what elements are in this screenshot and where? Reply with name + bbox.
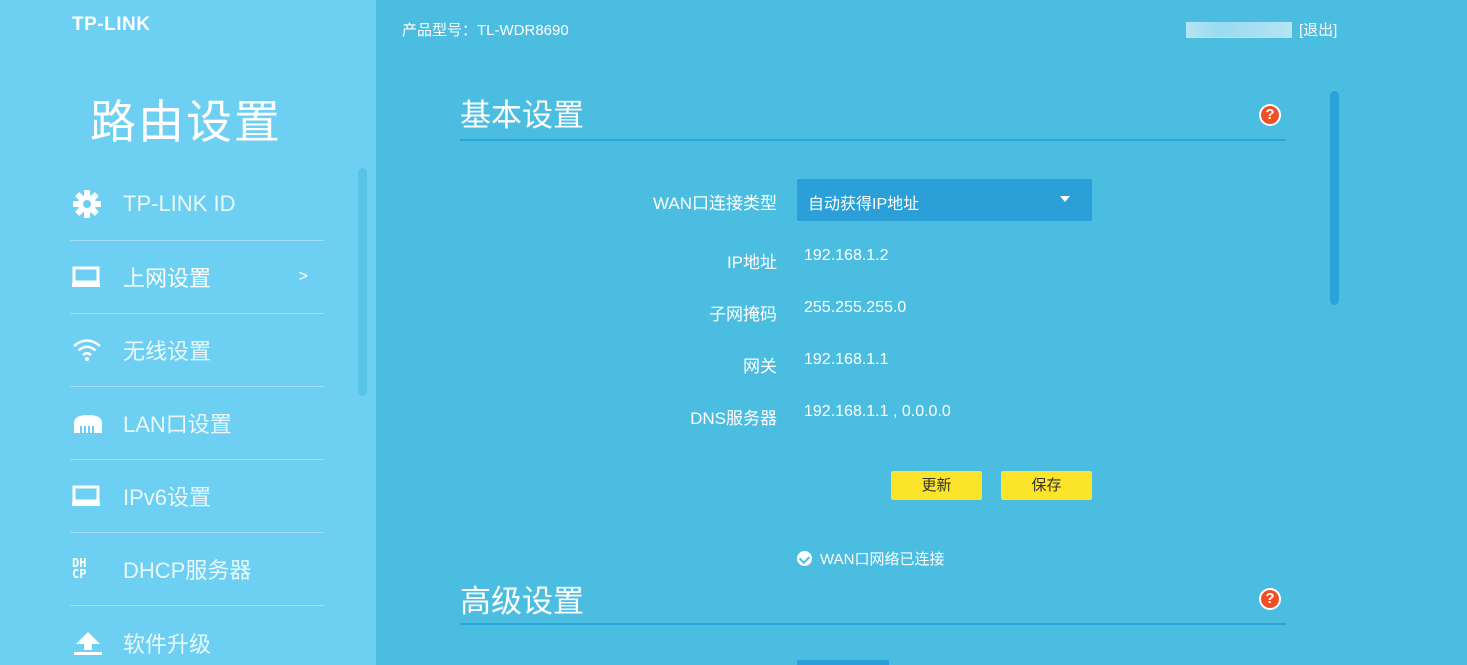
username-redacted [1186,22,1292,38]
sidebar-item-internet-settings[interactable]: 上网设置 > [70,241,324,314]
sidebar-item-label: IPv6设置 [123,485,212,510]
check-circle-icon [797,551,812,566]
basic-section-divider [460,139,1286,141]
chevron-right-icon: > [298,268,308,285]
sidebar-item-wireless-settings[interactable]: 无线设置 [70,314,324,387]
sidebar-title: 路由设置 [90,96,282,148]
advanced-settings-title: 高级设置 [460,584,584,619]
sidebar-item-label: 无线设置 [123,339,212,364]
sidebar-item-lan-settings[interactable]: LAN口设置 [70,387,324,460]
advanced-section-divider [460,623,1286,625]
wan-type-label: WAN口连接类型 [652,194,777,213]
sidebar-item-dhcp-server[interactable]: DH CP DHCP服务器 [70,533,324,606]
dhcp-icon-text-bottom: CP [72,567,87,581]
sidebar-item-label: TP-LINK ID [123,191,236,216]
basic-settings-title: 基本设置 [460,98,584,133]
wan-status-text: WAN口网络已连接 [820,551,945,568]
product-model: 产品型号：TL-WDR8690 [402,22,569,39]
wan-type-value: 自动获得IP地址 [808,196,920,213]
help-glyph: ? [1265,106,1275,123]
monitor-icon [72,262,106,292]
sidebar: TP-LINK 路由设置 TP-LINK ID 上网设置 > 无线设置 LAN口… [0,0,376,665]
sidebar-item-ipv6-settings[interactable]: IPv6设置 [70,460,324,533]
ip-address-label: IP地址 [726,253,777,272]
logout-link[interactable]: [退出] [1299,19,1337,40]
sidebar-item-software-upgrade[interactable]: 软件升级 [70,606,324,665]
sidebar-item-label: 软件升级 [123,631,212,657]
sidebar-item-label: DHCP服务器 [123,558,252,583]
tp-link-logo: TP-LINK [72,14,151,35]
sidebar-item-label: LAN口设置 [123,412,232,437]
help-glyph: ? [1265,590,1275,607]
subnet-mask-label: 子网掩码 [709,305,777,324]
sidebar-nav: TP-LINK ID 上网设置 > 无线设置 LAN口设置 IPv6设置 DH … [70,168,324,665]
monitor-icon [72,481,106,511]
lan-port-icon [72,408,106,438]
upgrade-arrow-icon [72,628,106,658]
wan-status: WAN口网络已连接 [797,548,944,569]
wan-type-select[interactable]: 自动获得IP地址 [797,179,1092,221]
dns-server-label: DNS服务器 [690,409,777,428]
sidebar-item-label: 上网设置 [123,266,212,291]
subnet-mask-value: 255.255.255.0 [804,299,907,316]
gateway-value: 192.168.1.1 [804,351,889,368]
dhcp-icon: DH CP [72,554,106,584]
chevron-down-icon [1060,196,1070,202]
gear-icon [72,189,106,219]
sidebar-item-tp-link-id[interactable]: TP-LINK ID [70,168,324,241]
main-scrollbar[interactable] [1330,91,1339,305]
ip-address-value: 192.168.1.2 [804,247,889,264]
dns-server-value: 192.168.1.1 , 0.0.0.0 [804,403,951,420]
wifi-icon [72,335,106,365]
save-button[interactable]: 保存 [1001,471,1092,500]
basic-help-icon[interactable]: ? [1259,104,1281,126]
advanced-field-control[interactable] [797,660,889,665]
advanced-help-icon[interactable]: ? [1259,588,1281,610]
gateway-label: 网关 [743,357,777,376]
refresh-button[interactable]: 更新 [891,471,982,500]
sidebar-scrollbar[interactable] [358,168,367,396]
